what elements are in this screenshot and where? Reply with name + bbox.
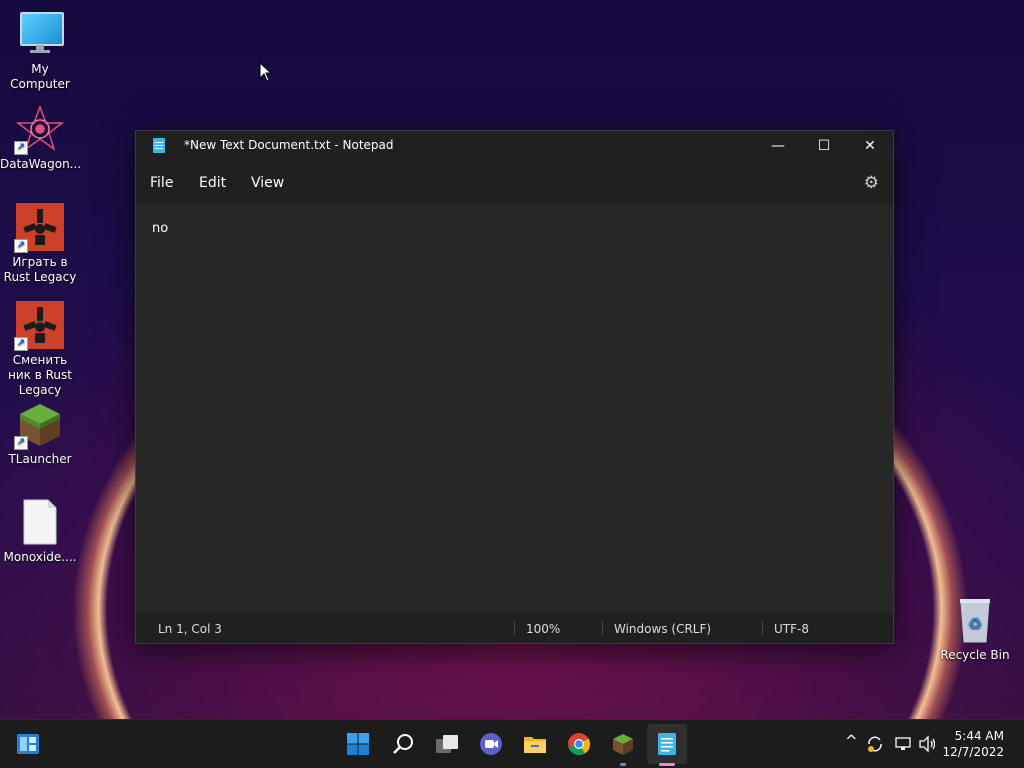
close-button[interactable]: ✕ — [847, 131, 893, 161]
editor-content: no — [152, 221, 169, 236]
clock-date: 12/7/2022 — [942, 745, 1004, 759]
recycle-bin-icon: ♻ — [951, 596, 999, 644]
desktop-icon-label: Monoxide.... — [3, 550, 77, 564]
shortcut-arrow-icon: ↗ — [14, 337, 28, 351]
rust-icon: ↗ — [14, 203, 64, 253]
menu-bar: File Edit View ⚙ — [136, 161, 893, 203]
desktop-icon-label: Играть в Rust Legacy — [3, 255, 77, 284]
desktop-icon-tlauncher[interactable]: ↗ TLauncher — [0, 400, 80, 467]
menu-edit[interactable]: Edit — [199, 175, 226, 191]
shortcut-arrow-icon: ↗ — [14, 436, 28, 450]
tlauncher-icon[interactable] — [611, 732, 635, 756]
network-icon[interactable] — [894, 735, 912, 753]
desktop-icon-label: TLauncher — [8, 452, 72, 466]
status-bar: Ln 1, Col 3 100% Windows (CRLF) UTF-8 — [136, 613, 893, 643]
start-icon[interactable] — [346, 732, 370, 756]
active-indicator — [659, 763, 675, 766]
running-indicator — [620, 763, 626, 766]
status-separator — [602, 621, 603, 635]
maximize-button[interactable]: ☐ — [801, 131, 847, 161]
status-separator — [514, 621, 515, 635]
menu-file[interactable]: File — [150, 175, 173, 191]
show-hidden-icons-chevron[interactable]: ^ — [845, 732, 858, 750]
desktop-icon-label: DataWagon... — [0, 157, 82, 171]
desktop-icon-label: Recycle Bin — [940, 648, 1010, 662]
shortcut-arrow-icon: ↗ — [14, 239, 28, 253]
taskbar: ^ 5:44 AM 12/7/2022 — [0, 719, 1024, 768]
sync-icon[interactable] — [866, 735, 884, 753]
notepad-window[interactable]: *New Text Document.txt - Notepad — ☐ ✕ F… — [135, 130, 894, 644]
rust-icon: ↗ — [14, 301, 64, 351]
mouse-cursor-icon — [259, 62, 273, 82]
gear-icon[interactable]: ⚙ — [864, 173, 879, 193]
chrome-icon[interactable] — [567, 732, 591, 756]
desktop-icon-recycle-bin[interactable]: ♻ Recycle Bin — [935, 596, 1015, 663]
menu-view[interactable]: View — [251, 175, 284, 191]
status-separator — [762, 621, 763, 635]
zoom-level[interactable]: 100% — [526, 622, 560, 636]
search-icon[interactable] — [391, 732, 415, 756]
desktop-icon-change-nick-rust[interactable]: ↗ Сменить ник в Rust Legacy — [0, 301, 80, 398]
text-editor[interactable]: no — [136, 203, 893, 613]
widgets-icon[interactable] — [16, 732, 40, 756]
clock-time: 5:44 AM — [954, 729, 1004, 743]
monitor-icon — [16, 10, 64, 58]
minimize-button[interactable]: — — [755, 131, 801, 161]
desktop-icon-label: My Computer — [10, 62, 70, 91]
window-title: *New Text Document.txt - Notepad — [184, 138, 394, 152]
line-ending[interactable]: Windows (CRLF) — [614, 622, 711, 636]
grass-block-icon: ↗ — [14, 400, 64, 450]
cursor-position: Ln 1, Col 3 — [158, 622, 222, 636]
shortcut-arrow-icon: ↗ — [14, 141, 28, 155]
desktop-icon-datawagon[interactable]: ↗ DataWagon... — [0, 104, 82, 172]
file-explorer-icon[interactable] — [523, 732, 547, 756]
notepad-icon[interactable] — [655, 732, 679, 756]
svg-text:♻: ♻ — [968, 614, 982, 633]
datawagon-icon: ↗ — [14, 104, 65, 155]
chat-icon[interactable] — [479, 732, 503, 756]
encoding[interactable]: UTF-8 — [774, 622, 809, 636]
desktop-icon-my-computer[interactable]: My Computer — [0, 10, 80, 92]
desktop-icon-play-rust[interactable]: ↗ Играть в Rust Legacy — [0, 203, 80, 285]
clock[interactable]: 5:44 AM 12/7/2022 — [942, 728, 1004, 760]
desktop-icon-monoxide[interactable]: Monoxide.... — [0, 498, 80, 565]
volume-icon[interactable] — [918, 735, 938, 753]
notepad-icon — [153, 138, 165, 153]
title-bar[interactable]: *New Text Document.txt - Notepad — ☐ ✕ — [136, 131, 893, 161]
desktop-icon-label: Сменить ник в Rust Legacy — [8, 353, 72, 397]
task-view-icon[interactable] — [435, 732, 459, 756]
file-icon — [16, 498, 64, 546]
